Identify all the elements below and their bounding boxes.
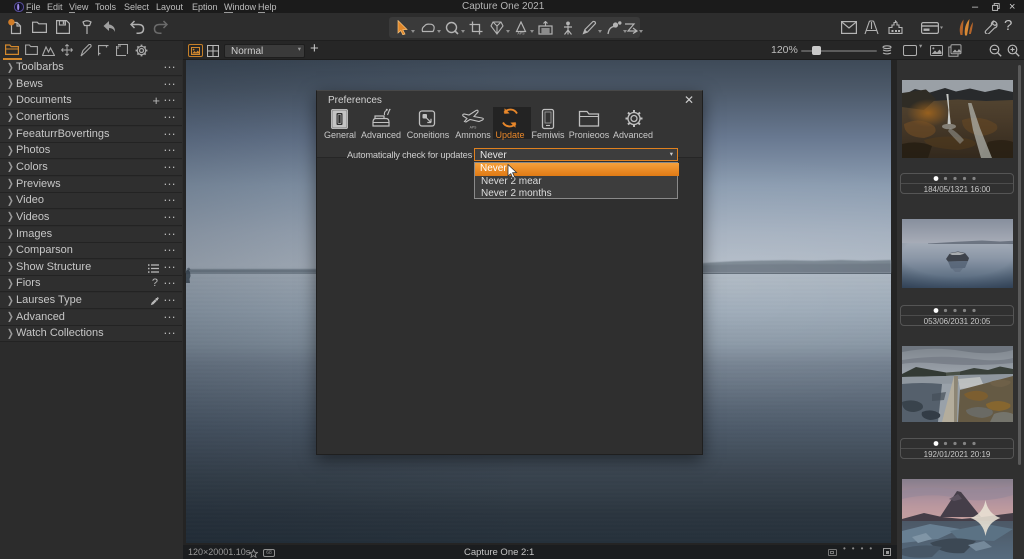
svg-text:APS: APS: [517, 32, 525, 35]
